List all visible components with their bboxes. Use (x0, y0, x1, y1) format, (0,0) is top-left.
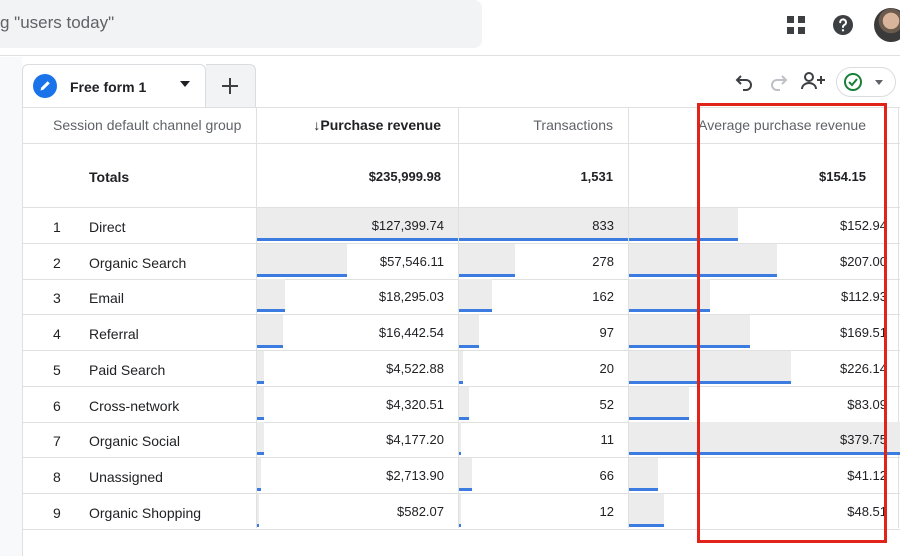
column-header-transactions[interactable]: Transactions (459, 108, 613, 143)
row-number: 7 (53, 433, 61, 450)
row-number: 6 (53, 397, 61, 414)
cell-value: 12 (599, 503, 614, 519)
cell-transactions: 12 (459, 493, 628, 529)
channel-name[interactable]: Email (89, 290, 124, 306)
totals-label: Totals (89, 169, 130, 185)
apps-icon[interactable] (784, 13, 808, 37)
value-bar (257, 315, 284, 349)
value-bar (629, 493, 664, 527)
channel-name[interactable]: Organic Search (89, 255, 186, 271)
value-bar (459, 422, 462, 456)
cell-transactions: 11 (459, 422, 628, 457)
tab-free-form-1[interactable]: Free form 1 (22, 64, 206, 107)
cell-transactions: 833 (459, 208, 628, 243)
top-bar: g "users today" (0, 0, 900, 56)
share-users-icon[interactable] (800, 70, 826, 97)
search-placeholder: g "users today" (0, 13, 115, 32)
undo-icon[interactable] (733, 70, 755, 97)
add-tab-button[interactable] (206, 64, 256, 107)
column-header-dimension[interactable]: Session default channel group (53, 108, 241, 143)
cell-value: 52 (599, 396, 614, 412)
channel-name[interactable]: Referral (89, 326, 139, 342)
cell-value: $4,320.51 (386, 396, 444, 412)
channel-name[interactable]: Organic Social (89, 433, 180, 449)
value-bar (257, 457, 262, 491)
row-number: 1 (53, 219, 61, 235)
value-bar (257, 279, 286, 313)
cell-transactions: 162 (459, 279, 628, 314)
column-header-purchase-revenue[interactable]: ↓Purchase revenue (257, 108, 441, 143)
total-transactions: 1,531 (580, 169, 613, 184)
value-bar (459, 243, 515, 277)
value-bar (257, 422, 264, 456)
value-bar (459, 350, 464, 384)
value-bar (257, 243, 348, 277)
cell-value: $57,546.11 (379, 253, 444, 269)
value-bar (257, 386, 264, 420)
cell-purchase-revenue: $2,713.90 (257, 457, 458, 493)
value-bar (459, 315, 479, 349)
channel-name[interactable]: Direct (89, 219, 126, 235)
cell-value: 11 (600, 432, 615, 448)
cell-purchase-revenue: $4,177.20 (257, 422, 458, 457)
cell-transactions: 20 (459, 350, 628, 386)
cell-value: $16,442.54 (378, 325, 444, 341)
cell-purchase-revenue: $127,399.74 (257, 208, 458, 243)
cell-value: 66 (599, 467, 614, 483)
row-number: 2 (53, 254, 61, 271)
value-bar (459, 279, 492, 313)
value-bar (459, 457, 473, 491)
cell-value: $4,522.88 (386, 360, 444, 376)
row-number: 9 (53, 504, 61, 521)
account-avatar[interactable] (874, 8, 900, 42)
channel-name[interactable]: Cross-network (89, 398, 179, 414)
channel-name[interactable]: Unassigned (89, 469, 163, 485)
row-number: 3 (53, 290, 61, 307)
channel-name[interactable]: Organic Shopping (89, 505, 201, 521)
help-icon[interactable] (831, 13, 855, 37)
value-bar (257, 350, 265, 384)
cell-value: 20 (599, 360, 614, 376)
search-bar[interactable]: g "users today" (0, 0, 482, 48)
cell-purchase-revenue: $4,522.88 (257, 350, 458, 386)
cell-value: 162 (592, 289, 614, 305)
cell-transactions: 97 (459, 315, 628, 350)
row-number: 8 (53, 468, 61, 485)
value-bar (459, 493, 462, 527)
cell-value: $582.07 (397, 503, 444, 519)
cell-transactions: 66 (459, 457, 628, 493)
chevron-down-icon (875, 80, 883, 85)
value-bar (629, 457, 659, 491)
chevron-down-icon[interactable] (180, 81, 190, 87)
channel-name[interactable]: Paid Search (89, 362, 165, 378)
row-number: 5 (53, 361, 61, 378)
cell-purchase-revenue: $4,320.51 (257, 386, 458, 422)
plus-icon (222, 78, 238, 94)
tab-label: Free form 1 (70, 79, 147, 95)
cell-purchase-revenue: $57,546.11 (257, 243, 458, 279)
value-bar (257, 493, 259, 527)
check-circle-icon (844, 73, 862, 91)
cell-value: $4,177.20 (386, 432, 444, 448)
cell-purchase-revenue: $18,295.03 (257, 279, 458, 314)
cell-value: $2,713.90 (386, 467, 444, 483)
cell-transactions: 278 (459, 243, 628, 279)
pencil-icon (33, 74, 57, 98)
cell-value: $127,399.74 (371, 218, 444, 233)
value-bar (629, 386, 689, 420)
cell-purchase-revenue: $16,442.54 (257, 315, 458, 350)
left-gutter (0, 57, 22, 556)
cell-value: 278 (592, 253, 614, 269)
redo-icon[interactable] (768, 70, 790, 97)
total-purchase-revenue: $235,999.98 (368, 169, 441, 184)
cell-value: 833 (592, 218, 614, 233)
cell-transactions: 52 (459, 386, 628, 422)
cell-value: 97 (599, 325, 614, 341)
highlight-box (697, 103, 887, 543)
value-bar (459, 386, 470, 420)
save-status-button[interactable] (836, 67, 896, 97)
row-number: 4 (53, 326, 61, 343)
cell-value: $18,295.03 (378, 289, 444, 305)
cell-purchase-revenue: $582.07 (257, 493, 458, 529)
